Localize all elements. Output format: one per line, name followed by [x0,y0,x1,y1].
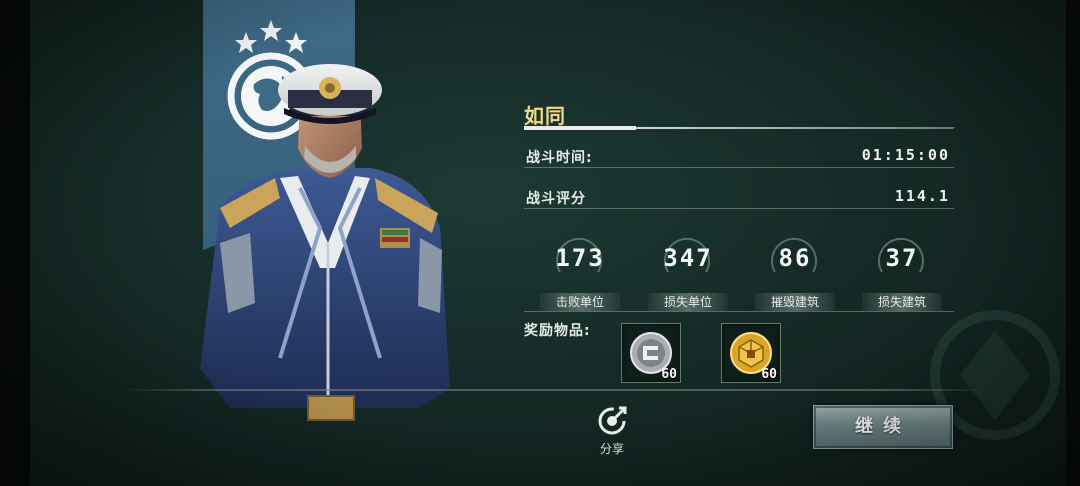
share-icon [598,406,627,435]
share-label: 分享 [599,442,624,456]
row-divider [524,208,954,209]
row-divider [524,311,954,312]
stat-value: 347 [663,244,713,272]
player-name: 如同 [524,104,566,128]
battle-result-screen: 如同 战斗时间: 01:15:00 战斗评分 114.1 173 击败单位 34… [0,0,1080,486]
left-edge [0,0,30,486]
bottom-divider [122,389,988,391]
continue-label: 继续 [855,416,911,437]
commander-portrait [200,64,450,421]
rewards-label: 奖励物品: [524,323,591,339]
stat-value: 173 [555,244,605,272]
stat-value: 37 [885,244,919,272]
stat-buildings-destroyed: 86 摧毁建筑 [751,234,839,314]
stat-units-lost: 347 损失单位 [644,234,732,314]
title-underline [524,126,636,130]
battle-score-label: 战斗评分 [526,191,586,207]
reward-quantity: 60 [661,367,677,382]
stat-label: 损失建筑 [862,293,942,311]
title-underline-thin [635,127,955,129]
stat-label: 摧毁建筑 [755,293,835,311]
battle-time-label: 战斗时间: [526,150,593,166]
reward-quantity: 60 [761,367,777,382]
battle-time-value: 01:15:00 [861,146,950,164]
stat-units-defeated: 173 击败单位 [536,234,624,314]
reward-item-silver[interactable]: 60 [621,323,681,383]
continue-button[interactable]: 继续 [813,405,953,449]
stat-label: 击败单位 [540,293,620,311]
share-button[interactable]: 分享 [590,404,634,458]
row-divider [524,167,954,168]
battle-score-value: 114.1 [894,187,950,205]
stat-buildings-lost: 37 损失建筑 [858,234,946,314]
reward-item-gold[interactable]: 60 [721,323,781,383]
stat-value: 86 [778,244,812,272]
stat-label: 损失单位 [648,293,728,311]
